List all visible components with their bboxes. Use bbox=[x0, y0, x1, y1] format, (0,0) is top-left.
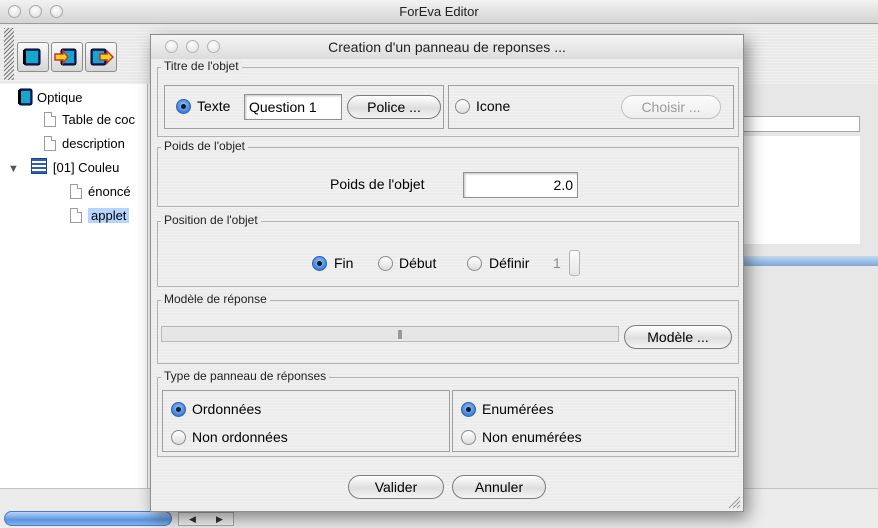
enum-option-box: Enumérées Non enumérées bbox=[452, 390, 736, 452]
definir-label: Définir bbox=[489, 255, 530, 271]
titre-legend: Titre de l'objet bbox=[161, 59, 242, 73]
export-book-icon bbox=[90, 48, 114, 66]
ordre-option-box: Ordonnées Non ordonnées bbox=[162, 390, 450, 452]
document-icon bbox=[70, 208, 82, 223]
tree-item-couleur[interactable]: ▼ [01] Couleu bbox=[8, 158, 119, 178]
open-book-button[interactable] bbox=[17, 42, 49, 72]
title-text-input[interactable]: Question 1 bbox=[244, 94, 342, 120]
resize-grip-icon[interactable] bbox=[727, 495, 741, 509]
tree-item-optique[interactable]: Optique bbox=[16, 88, 83, 108]
editor-field[interactable] bbox=[740, 116, 860, 132]
document-icon bbox=[70, 184, 82, 199]
texte-radio[interactable] bbox=[176, 99, 191, 114]
tree-item-table[interactable]: Table de coc bbox=[44, 110, 135, 130]
non-ordonnees-radio[interactable] bbox=[171, 430, 186, 445]
export-book-button[interactable] bbox=[85, 42, 117, 72]
poids-input[interactable]: 2.0 bbox=[463, 172, 578, 198]
book-icon bbox=[23, 48, 41, 66]
texte-option-box: Texte Question 1 Police ... bbox=[164, 85, 444, 129]
modele-preview-marker bbox=[398, 330, 402, 339]
icone-label: Icone bbox=[476, 98, 511, 114]
police-button[interactable]: Police ... bbox=[347, 95, 441, 119]
texte-label: Texte bbox=[197, 98, 231, 114]
modele-button[interactable]: Modèle ... bbox=[624, 325, 732, 349]
scroll-right-icon[interactable]: ▶ bbox=[206, 513, 233, 525]
dialog-titlebar: Creation d'un panneau de reponses ... bbox=[151, 35, 743, 59]
editor-splitter[interactable] bbox=[740, 256, 878, 266]
document-icon bbox=[44, 112, 56, 127]
add-book-button[interactable] bbox=[51, 42, 83, 72]
type-legend: Type de panneau de réponses bbox=[161, 369, 330, 383]
definir-radio[interactable] bbox=[467, 256, 482, 271]
choisir-button[interactable]: Choisir ... bbox=[621, 95, 721, 119]
icone-option-box: Icone Choisir ... bbox=[448, 85, 734, 129]
enumerees-radio[interactable] bbox=[461, 402, 476, 417]
non-enumerees-radio[interactable] bbox=[461, 430, 476, 445]
valider-button[interactable]: Valider bbox=[348, 475, 444, 499]
position-stepper[interactable] bbox=[569, 250, 580, 276]
annuler-button[interactable]: Annuler bbox=[452, 475, 546, 499]
debut-label: Début bbox=[399, 255, 437, 271]
fin-radio[interactable] bbox=[312, 256, 327, 271]
non-ordonnees-label: Non ordonnées bbox=[192, 429, 288, 445]
editor-content bbox=[740, 136, 860, 244]
horizontal-scroll-thumb[interactable] bbox=[4, 511, 172, 526]
add-book-icon bbox=[54, 48, 77, 66]
ordonnees-radio[interactable] bbox=[171, 402, 186, 417]
fin-label: Fin bbox=[334, 255, 354, 271]
scroll-arrows[interactable]: ◀ ▶ bbox=[178, 512, 234, 526]
book-icon bbox=[18, 88, 33, 106]
icone-radio[interactable] bbox=[455, 99, 470, 114]
enumerees-label: Enumérées bbox=[482, 401, 554, 417]
main-window-title: ForEva Editor bbox=[399, 4, 479, 19]
tree-item-applet[interactable]: applet bbox=[70, 206, 130, 226]
tree-item-description[interactable]: description bbox=[44, 134, 125, 154]
ordonnees-label: Ordonnées bbox=[192, 401, 262, 417]
type-group: Type de panneau de réponses Ordonnées No… bbox=[157, 369, 739, 457]
position-group: Position de l'objet Fin Début Définir 1 bbox=[157, 213, 739, 287]
tree-item-enonce[interactable]: énoncé bbox=[70, 182, 131, 202]
response-panel-dialog: Creation d'un panneau de reponses ... Ti… bbox=[150, 34, 744, 512]
position-legend: Position de l'objet bbox=[161, 213, 261, 227]
list-icon bbox=[30, 158, 47, 174]
modele-legend: Modèle de réponse bbox=[161, 292, 270, 306]
dialog-title: Creation d'un panneau de reponses ... bbox=[328, 39, 566, 55]
document-icon bbox=[44, 136, 56, 151]
modele-group: Modèle de réponse Modèle ... bbox=[157, 292, 739, 364]
poids-group: Poids de l'objet Poids de l'objet 2.0 bbox=[157, 139, 739, 207]
scroll-left-icon[interactable]: ◀ bbox=[179, 513, 206, 525]
poids-legend: Poids de l'objet bbox=[161, 139, 249, 153]
disclosure-triangle-icon[interactable]: ▼ bbox=[8, 163, 19, 175]
toolbar-grip[interactable] bbox=[4, 28, 14, 80]
position-index-value: 1 bbox=[553, 255, 561, 271]
poids-label: Poids de l'objet bbox=[330, 176, 425, 192]
debut-radio[interactable] bbox=[378, 256, 393, 271]
main-window-titlebar: ForEva Editor bbox=[0, 0, 878, 24]
document-tree: Optique Table de coc description ▼ [01] C… bbox=[0, 84, 148, 488]
non-enumerees-label: Non enumérées bbox=[482, 429, 582, 445]
modele-preview-bar bbox=[161, 326, 619, 342]
titre-group: Titre de l'objet Texte Question 1 Police… bbox=[157, 59, 739, 137]
